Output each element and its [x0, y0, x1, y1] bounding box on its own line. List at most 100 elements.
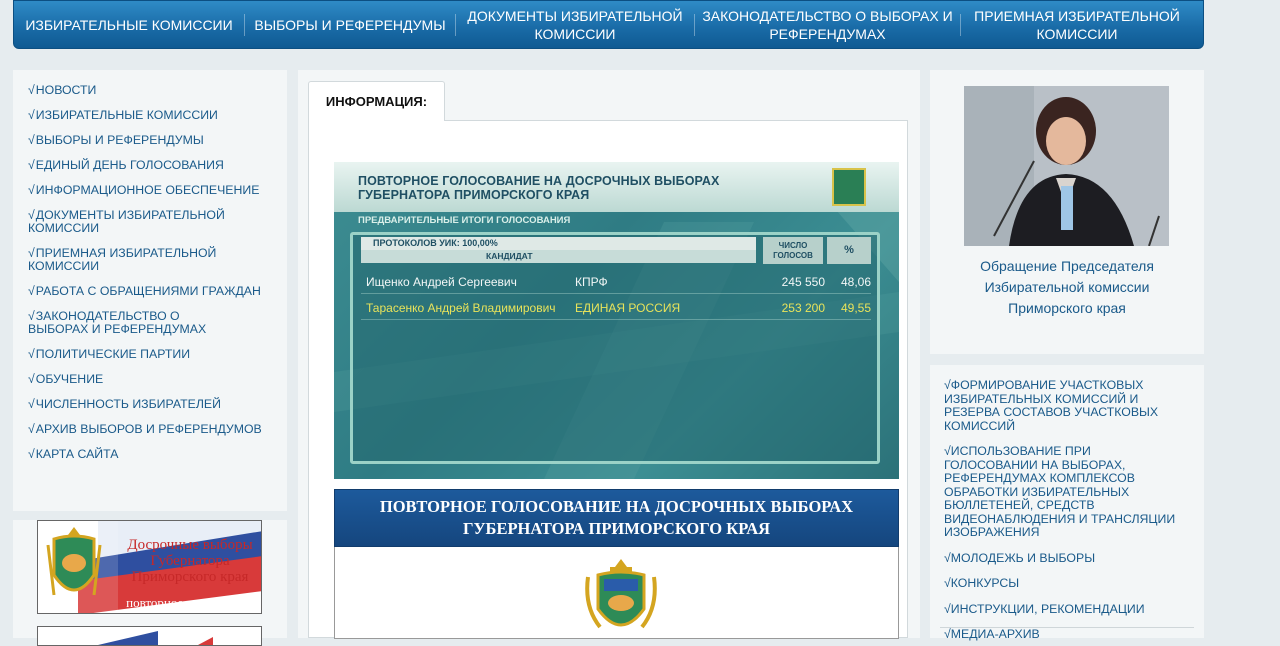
tab-information[interactable]: ИНФОРМАЦИЯ: — [308, 81, 445, 121]
candidate-name: Тарасенко Андрей Владимирович — [366, 301, 556, 315]
sidebar-item-label: РАБОТА С ОБРАЩЕНИЯМИ ГРАЖДАН — [35, 284, 261, 298]
sidebar-item-news[interactable]: √НОВОСТИ — [28, 84, 287, 97]
candidate-party: ЕДИНАЯ РОССИЯ — [575, 301, 681, 315]
sidebar-item-documents[interactable]: √ДОКУМЕНТЫ ИЗБИРАТЕЛЬНОЙ КОМИССИИ — [28, 209, 228, 235]
coat-of-arms-icon — [585, 559, 657, 629]
chairman-appeal-link[interactable]: Обращение Председателя Избирательной ком… — [930, 256, 1204, 319]
sidebar-item-instructions[interactable]: √ИНСТРУКЦИИ, РЕКОМЕНДАЦИИ — [944, 601, 1184, 617]
banner-subtitle: повторное голосование — [126, 595, 255, 610]
nav-item-election-commissions[interactable]: ИЗБИРАТЕЛЬНЫЕ КОМИССИИ — [14, 1, 244, 48]
broadcast-title-line: ПОВТОРНОЕ ГОЛОСОВАНИЕ НА ДОСРОЧНЫХ ВЫБОР… — [358, 174, 720, 188]
column-header-votes: ЧИСЛО ГОЛОСОВ — [763, 237, 823, 264]
check-icon: √ — [944, 627, 951, 641]
sidebar-item-reception[interactable]: √ПРИЕМНАЯ ИЗБИРАТЕЛЬНОЙ КОМИССИИ — [28, 247, 228, 273]
sidebar-item-precinct-commissions[interactable]: √ФОРМИРОВАНИЕ УЧАСТКОВЫХ ИЗБИРАТЕЛЬНЫХ К… — [944, 378, 1184, 433]
nav-item-elections-referendums[interactable]: ВЫБОРЫ И РЕФЕРЕНДУМЫ — [245, 1, 455, 48]
chairman-photo[interactable] — [964, 86, 1169, 246]
divider — [940, 627, 1194, 628]
sidebar-item-youth[interactable]: √МОЛОДЕЖЬ И ВЫБОРЫ — [944, 551, 1184, 566]
sidebar-item-label: ВЫБОРЫ И РЕФЕРЕНДУМЫ — [35, 133, 204, 147]
sidebar-item-sitemap[interactable]: √КАРТА САЙТА — [28, 448, 287, 461]
nav-item-reception[interactable]: ПРИЕМНАЯ ИЗБИРАТЕЛЬНОЙ КОМИССИИ — [961, 1, 1193, 48]
sidebar-item-label: ИЗБИРАТЕЛЬНЫЕ КОМИССИИ — [35, 108, 218, 122]
sidebar-item-label: ПОЛИТИЧЕСКИЕ ПАРТИИ — [35, 347, 191, 361]
check-icon: √ — [28, 83, 35, 97]
check-icon: √ — [28, 183, 35, 197]
check-icon: √ — [28, 347, 35, 361]
announcement-body — [334, 547, 899, 639]
sidebar-item-label: ЧИСЛЕННОСТЬ ИЗБИРАТЕЛЕЙ — [35, 397, 221, 411]
sidebar-item-ballot-processing[interactable]: √ИСПОЛЬЗОВАНИЕ ПРИ ГОЛОСОВАНИИ НА ВЫБОРА… — [944, 444, 1184, 540]
appeal-line: Избирательной комиссии — [984, 279, 1150, 295]
protocols-count: ПРОТОКОЛОВ УИК: 100,00% — [361, 237, 756, 250]
sidebar-item-label: ИНФОРМАЦИОННОЕ ОБЕСПЕЧЕНИЕ — [35, 183, 260, 197]
check-icon: √ — [28, 133, 35, 147]
info-panel: ПОВТОРНОЕ ГОЛОСОВАНИЕ НА ДОСРОЧНЫХ ВЫБОР… — [308, 120, 908, 639]
check-icon: √ — [28, 158, 35, 172]
sidebar-item-election-commissions[interactable]: √ИЗБИРАТЕЛЬНЫЕ КОМИССИИ — [28, 109, 287, 122]
check-icon: √ — [28, 208, 35, 222]
sidebar-item-label: ИНСТРУКЦИИ, РЕКОМЕНДАЦИИ — [950, 601, 1145, 616]
sidebar-item-contests[interactable]: √КОНКУРСЫ — [944, 576, 1184, 591]
appeal-line: Приморского края — [1008, 300, 1126, 316]
nav-item-legislation[interactable]: ЗАКОНОДАТЕЛЬСТВО О ВЫБОРАХ И РЕФЕРЕНДУМА… — [695, 1, 960, 48]
candidate-percent: 49,55 — [840, 301, 871, 315]
check-icon: √ — [944, 576, 951, 590]
banner-line: Досрочные выборы — [127, 537, 253, 553]
second-banner[interactable] — [37, 626, 262, 646]
sidebar-item-label: ПРИЕМНАЯ ИЗБИРАТЕЛЬНОЙ КОМИССИИ — [28, 246, 217, 273]
banner-graphic — [98, 631, 213, 645]
left-banners: Досрочные выборы Губернатора Приморского… — [13, 520, 287, 646]
column-header-percent: % — [827, 237, 871, 264]
candidate-percent: 48,06 — [840, 275, 871, 289]
top-navigation: ИЗБИРАТЕЛЬНЫЕ КОМИССИИ ВЫБОРЫ И РЕФЕРЕНД… — [13, 0, 1204, 49]
candidate-votes: 245 550 — [781, 275, 825, 289]
check-icon: √ — [28, 246, 35, 260]
sidebar-item-label: КАРТА САЙТА — [35, 447, 119, 461]
sidebar-item-information[interactable]: √ИНФОРМАЦИОННОЕ ОБЕСПЕЧЕНИЕ — [28, 184, 287, 197]
election-banner[interactable]: Досрочные выборы Губернатора Приморского… — [37, 520, 262, 614]
check-icon: √ — [28, 108, 35, 122]
nav-item-commission-documents[interactable]: ДОКУМЕНТЫ ИЗБИРАТЕЛЬНОЙ КОМИССИИ — [456, 1, 694, 48]
check-icon: √ — [944, 378, 951, 392]
announcement-line: ПОВТОРНОЕ ГОЛОСОВАНИЕ НА ДОСРОЧНЫХ ВЫБОР… — [379, 497, 854, 516]
sidebar-item-archive[interactable]: √АРХИВ ВЫБОРОВ И РЕФЕРЕНДУМОВ — [28, 423, 287, 436]
sidebar-item-parties[interactable]: √ПОЛИТИЧЕСКИЕ ПАРТИИ — [28, 348, 287, 361]
region-logo-icon — [832, 168, 866, 206]
check-icon: √ — [28, 309, 35, 323]
sidebar-item-label: ОБУЧЕНИЕ — [35, 372, 104, 386]
coat-of-arms-icon — [46, 527, 102, 596]
check-icon: √ — [28, 284, 35, 298]
sidebar-item-label: ЗАКОНОДАТЕЛЬСТВО О ВЫБОРАХ И РЕФЕРЕНДУМА… — [28, 309, 207, 336]
broadcast-title-line: ГУБЕРНАТОРА ПРИМОРСКОГО КРАЯ — [358, 188, 590, 202]
row-divider — [361, 319, 871, 320]
sidebar-item-media-archive[interactable]: √МЕДИА-АРХИВ — [944, 627, 1184, 642]
sidebar-item-training[interactable]: √ОБУЧЕНИЕ — [28, 373, 287, 386]
check-icon: √ — [944, 444, 951, 458]
sidebar-item-voters-count[interactable]: √ЧИСЛЕННОСТЬ ИЗБИРАТЕЛЕЙ — [28, 398, 287, 411]
candidate-votes: 253 200 — [781, 301, 825, 315]
sidebar-item-appeals[interactable]: √РАБОТА С ОБРАЩЕНИЯМИ ГРАЖДАН — [28, 285, 287, 298]
banner-line: Приморского края — [131, 569, 249, 585]
sidebar-item-label: АРХИВ ВЫБОРОВ И РЕФЕРЕНДУМОВ — [35, 422, 262, 436]
sidebar-item-elections[interactable]: √ВЫБОРЫ И РЕФЕРЕНДУМЫ — [28, 134, 287, 147]
broadcast-subtitle: ПРЕДВАРИТЕЛЬНЫЕ ИТОГИ ГОЛОСОВАНИЯ — [358, 215, 571, 226]
right-sidebar-menu: √ФОРМИРОВАНИЕ УЧАСТКОВЫХ ИЗБИРАТЕЛЬНЫХ К… — [930, 365, 1204, 641]
candidate-party: КПРФ — [575, 275, 608, 289]
sidebar-item-label: МЕДИА-АРХИВ — [950, 627, 1040, 641]
chairman-appeal-box: Обращение Председателя Избирательной ком… — [930, 70, 1204, 354]
chairman-portrait — [964, 86, 1169, 246]
results-broadcast-image: ПОВТОРНОЕ ГОЛОСОВАНИЕ НА ДОСРОЧНЫХ ВЫБОР… — [334, 162, 899, 479]
sidebar-item-label: ДОКУМЕНТЫ ИЗБИРАТЕЛЬНОЙ КОМИССИИ — [28, 208, 225, 235]
check-icon: √ — [28, 447, 35, 461]
sidebar-item-legislation[interactable]: √ЗАКОНОДАТЕЛЬСТВО О ВЫБОРАХ И РЕФЕРЕНДУМ… — [28, 310, 243, 336]
banner-title: Досрочные выборы Губернатора Приморского… — [122, 537, 258, 585]
sidebar-item-voting-day[interactable]: √ЕДИНЫЙ ДЕНЬ ГОЛОСОВАНИЯ — [28, 159, 287, 172]
sidebar-item-label: НОВОСТИ — [35, 83, 97, 97]
row-divider — [361, 293, 871, 294]
appeal-line: Обращение Председателя — [980, 258, 1154, 274]
results-table: ПРОТОКОЛОВ УИК: 100,00% КАНДИДАТ ЧИСЛО Г… — [350, 232, 880, 464]
announcement-line: ГУБЕРНАТОРА ПРИМОРСКОГО КРАЯ — [462, 519, 771, 538]
announcement-banner[interactable]: ПОВТОРНОЕ ГОЛОСОВАНИЕ НА ДОСРОЧНЫХ ВЫБОР… — [334, 489, 899, 547]
main-content: ПОВТОРНОЕ ГОЛОСОВАНИЕ НА ДОСРОЧНЫХ ВЫБОР… — [298, 70, 920, 639]
